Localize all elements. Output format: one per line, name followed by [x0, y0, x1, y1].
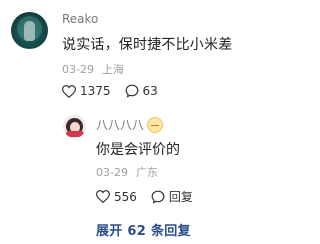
comment-date: 03-29	[62, 63, 94, 76]
smile-emoji-icon	[147, 116, 164, 133]
reply-location: 广东	[135, 166, 158, 179]
reply-meta: 03-29 广东	[96, 164, 158, 180]
comment-location: 上海	[101, 63, 124, 76]
avatar-bow	[66, 131, 84, 137]
comment-actions: 1375 63	[62, 84, 172, 98]
comment-username[interactable]: Reako	[62, 12, 98, 26]
heart-icon	[62, 84, 76, 98]
expand-replies-link[interactable]: 展开 62 条回复	[96, 220, 191, 239]
reply-like-button[interactable]: 556	[96, 190, 137, 204]
like-count: 1375	[80, 84, 111, 98]
reply-avatar[interactable]	[63, 115, 86, 138]
avatar[interactable]	[11, 12, 48, 49]
comment-bubble-icon	[125, 84, 138, 98]
reply-date: 03-29	[96, 166, 128, 179]
reply-actions: 556 回复	[96, 188, 207, 205]
avatar-figure	[24, 21, 35, 41]
reply-button[interactable]: 回复	[151, 188, 193, 205]
comment-text: 说实话，保时捷不比小米差	[62, 37, 233, 53]
like-button[interactable]: 1375	[62, 84, 111, 98]
reply-button-label: 回复	[168, 190, 193, 204]
heart-icon	[96, 190, 110, 203]
reply-username-row: 八八八八	[96, 116, 164, 133]
comment-meta: 03-29 上海	[62, 61, 124, 77]
reply-count-button[interactable]: 63	[125, 84, 158, 98]
comment-bubble-icon	[151, 190, 165, 204]
reply-count: 63	[142, 84, 158, 98]
reply-username[interactable]: 八八八八	[96, 116, 144, 133]
reply-text: 你是会评价的	[96, 142, 180, 158]
reply-like-count: 556	[114, 189, 137, 204]
